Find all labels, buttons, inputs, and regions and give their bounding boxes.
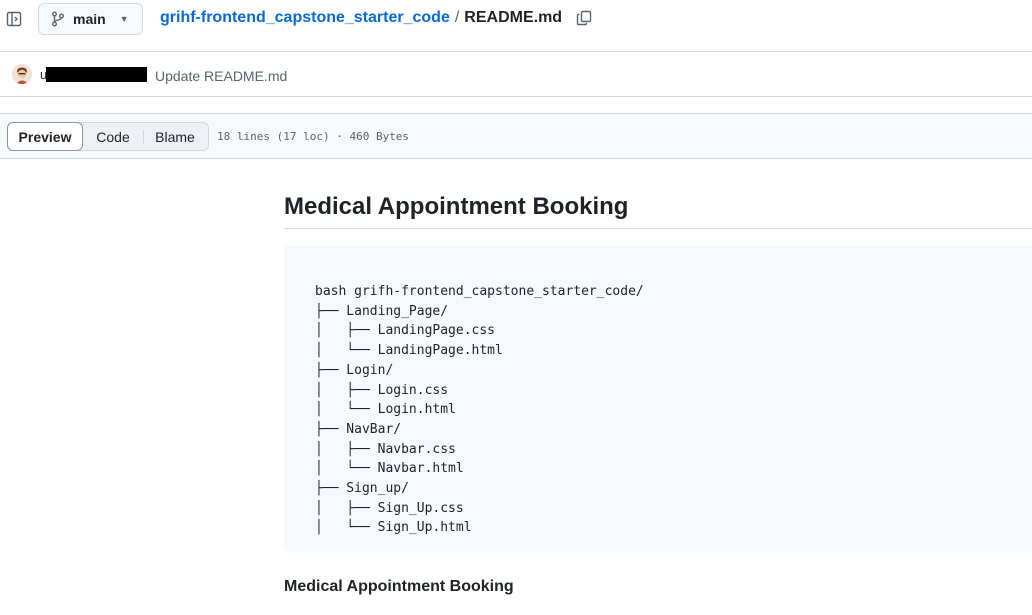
code-line: │ ├── Navbar.css [315,441,456,457]
view-mode-segmented-control: Preview Code Blame [7,122,209,151]
breadcrumb: grihf-frontend_capstone_starter_code / R… [160,9,592,27]
file-header: main ▼ grihf-frontend_capstone_starter_c… [0,0,1032,40]
file-name: README.md [464,9,563,26]
code-line: bash grifh-frontend_capstone_starter_cod… [315,284,644,299]
avatar[interactable] [12,64,32,84]
commit-author[interactable]: u [40,67,147,82]
code-line: │ └── Navbar.html [315,461,464,477]
tab-preview[interactable]: Preview [7,122,83,151]
branch-name: main [73,11,106,27]
redaction-bar [46,67,147,82]
file-toolbar: Preview Code Blame 18 lines (17 loc) · 4… [0,113,1032,159]
copy-icon[interactable] [576,10,592,26]
branch-selector-button[interactable]: main ▼ [38,3,143,35]
tab-code[interactable]: Code [83,123,143,150]
commit-message[interactable]: Update README.md [155,68,287,84]
code-line: ├── NavBar/ [315,421,402,437]
code-line: │ └── Login.html [315,402,456,418]
file-info: 18 lines (17 loc) · 460 Bytes [217,130,410,143]
code-line: │ └── Sign_Up.html [315,520,472,536]
code-block: bash grifh-frontend_capstone_starter_cod… [284,245,1032,552]
code-line: │ ├── LandingPage.css [315,323,496,339]
code-line: │ ├── Login.css [315,382,449,398]
code-line: ├── Landing_Page/ [315,303,449,319]
code-line: │ └── LandingPage.html [315,343,503,359]
code-line: │ ├── Sign_Up.css [315,500,464,516]
code-line: ├── Login/ [315,362,394,378]
triangle-down-icon: ▼ [119,14,129,24]
readme-title: Medical Appointment Booking [284,193,1032,229]
tab-blame[interactable]: Blame [143,123,207,150]
readme-subheading: Medical Appointment Booking [284,578,514,595]
code-line: ├── Sign_up/ [315,481,409,497]
sidebar-expand-icon[interactable] [5,10,23,28]
repo-link[interactable]: grihf-frontend_capstone_starter_code [160,9,450,27]
latest-commit-bar: u Update README.md [0,51,1032,97]
breadcrumb-separator: / [454,9,460,26]
git-branch-icon [51,11,65,27]
